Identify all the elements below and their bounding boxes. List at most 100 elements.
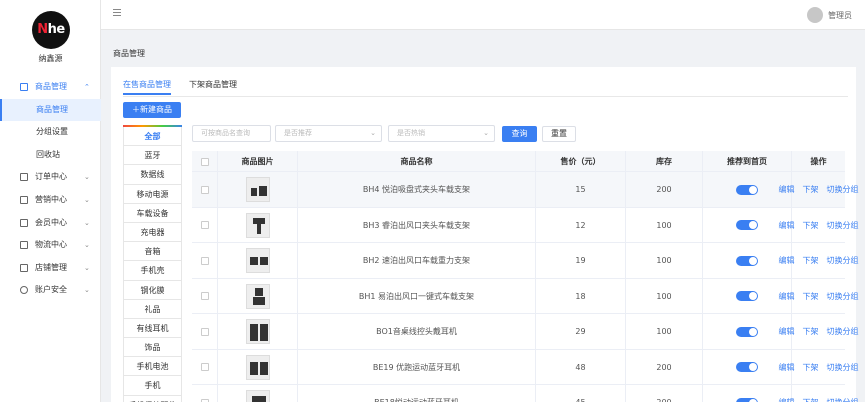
switch-group-link[interactable]: 切换分组 [827,327,859,336]
edit-link[interactable]: 编辑 [779,292,795,301]
category-item[interactable]: 钢化膜 [123,280,182,300]
thumbnail-shape [251,396,266,402]
category-item[interactable]: 充电器 [123,222,182,243]
sidebar-item-marketing[interactable]: 营销中心 ⌄ [0,189,101,212]
row-checkbox[interactable] [200,292,209,301]
select-all-checkbox[interactable] [200,157,209,166]
tab-on-sale[interactable]: 在售商品管理 [123,79,171,95]
off-shelf-link[interactable]: 下架 [803,398,819,402]
stock-cell: 100 [626,207,703,243]
category-item[interactable]: 手机保护配件 [123,395,182,402]
category-item[interactable]: 全部 [123,127,182,147]
edit-link[interactable]: 编辑 [779,221,795,230]
off-shelf-link[interactable]: 下架 [803,256,819,265]
table-row[interactable]: BH3 睿泊出风口夹头车载支架 12 100 编辑 下架 切换分组 [192,207,859,243]
off-shelf-link[interactable]: 下架 [803,327,819,336]
sidebar-item-security[interactable]: 账户安全 ⌄ [0,279,101,302]
off-shelf-link[interactable]: 下架 [803,363,819,372]
category-item[interactable]: 数据线 [123,165,182,185]
off-shelf-link[interactable]: 下架 [803,185,819,194]
table-row[interactable]: BE18悦动运动蓝牙耳机45200 编辑 下架 切换分组 [192,385,859,402]
row-checkbox[interactable] [200,363,209,372]
recommend-toggle[interactable] [736,291,758,302]
row-checkbox[interactable] [200,327,209,336]
product-thumbnail[interactable] [245,177,270,202]
row-checkbox[interactable] [200,256,209,265]
topbar: 管理员 [101,0,865,30]
sidebar-item-goods[interactable]: 商品管理 ⌃ [0,76,101,99]
edit-link[interactable]: 编辑 [779,363,795,372]
recommend-toggle[interactable] [736,220,758,231]
thumbnail-shape [256,223,261,234]
username[interactable]: 管理员 [828,10,852,21]
category-item[interactable]: 饰品 [123,338,182,358]
product-thumbnail[interactable] [245,248,270,273]
category-item[interactable]: 手机电池 [123,357,182,377]
name-cell: BH2 速泊出风口车载重力支架 [298,243,536,279]
ops-cell: 编辑下架切换分组 [779,279,859,315]
category-item[interactable]: 礼品 [123,299,182,319]
hot-sale-select[interactable]: 是否热销 ⌄ [388,125,495,142]
recommend-toggle[interactable] [736,362,758,373]
switch-group-link[interactable]: 切换分组 [827,398,859,402]
product-thumbnail[interactable] [245,319,270,344]
sidebar-subitem-goods-manage[interactable]: 商品管理 [0,98,101,122]
switch-group-link[interactable]: 切换分组 [827,185,859,194]
recommend-select[interactable]: 是否推荐 ⌄ [275,125,382,142]
table-row[interactable]: BE19 优跑运动蓝牙耳机 48 200 编辑 下架 切换分组 [192,349,859,385]
new-product-button[interactable]: ＋新建商品 [123,102,181,118]
edit-link[interactable]: 编辑 [779,398,795,402]
hamburger-menu-icon[interactable] [113,9,121,17]
col-header-ops: 操作 [810,157,827,166]
table-row[interactable]: BH2 速泊出风口车载重力支架 19 100 编辑 下架 切换分组 [192,243,859,279]
edit-link[interactable]: 编辑 [779,256,795,265]
switch-group-link[interactable]: 切换分组 [827,363,859,372]
sidebar-item-label: 营销中心 [35,194,67,204]
product-thumbnail[interactable] [245,390,270,402]
select-placeholder: 是否热销 [397,129,425,137]
category-item[interactable]: 手机壳 [123,261,182,281]
name-cell: BE19 优跑运动蓝牙耳机 [298,349,536,385]
recommend-toggle[interactable] [736,326,758,337]
price-cell: 18 [536,278,626,314]
off-shelf-link[interactable]: 下架 [803,292,819,301]
category-item[interactable]: 车载设备 [123,203,182,223]
category-item[interactable]: 音箱 [123,242,182,262]
category-item[interactable]: 有线耳机 [123,318,182,339]
product-thumbnail[interactable] [245,354,270,380]
edit-link[interactable]: 编辑 [779,327,795,336]
tab-off-shelf[interactable]: 下架商品管理 [189,79,237,90]
sidebar-item-store[interactable]: 店铺管理 ⌄ [0,257,101,280]
switch-group-link[interactable]: 切换分组 [827,292,859,301]
product-thumbnail[interactable] [245,212,270,238]
category-item[interactable]: 移动电源 [123,184,182,204]
row-checkbox[interactable] [200,185,209,194]
switch-group-link[interactable]: 切换分组 [827,256,859,265]
table-row[interactable]: BH1 易泊出风口一键式车载支架 18 100 编辑 下架 切换分组 [192,278,859,315]
switch-group-link[interactable]: 切换分组 [827,221,859,230]
row-checkbox[interactable] [200,221,209,230]
recommend-toggle[interactable] [736,397,758,402]
off-shelf-link[interactable]: 下架 [803,221,819,230]
thumbnail-shape [250,188,257,196]
category-item[interactable]: 蓝牙 [123,146,182,166]
category-item[interactable]: 手机 [123,376,182,396]
search-button[interactable]: 查询 [502,126,537,142]
recommend-toggle[interactable] [736,184,758,195]
product-name-input[interactable]: 可按商品名查询 [192,125,271,142]
sidebar-item-logistics[interactable]: 物流中心 ⌄ [0,234,101,257]
sidebar-subitem-recycle-bin[interactable]: 回收站 [0,144,101,167]
recommend-toggle[interactable] [736,255,758,266]
edit-link[interactable]: 编辑 [779,185,795,194]
reset-button[interactable]: 重置 [542,126,576,142]
thumbnail-shape [254,287,263,296]
table-row[interactable]: BO1音桌线控头戴耳机 29 100 编辑 下架 切换分组 [192,314,859,350]
sidebar-item-orders[interactable]: 订单中心 ⌄ [0,166,101,189]
sidebar-subitem-group-settings[interactable]: 分组设置 [0,121,101,144]
avatar[interactable] [807,7,823,23]
image-cell [218,385,298,402]
sidebar-item-members[interactable]: 会员中心 ⌄ [0,212,101,235]
select-all-cell [192,151,218,172]
table-row[interactable]: BH4 悦泊吸盘式夹头车载支架 15 200 编辑 下架 切换分组 [192,172,859,208]
product-thumbnail[interactable] [245,283,270,309]
